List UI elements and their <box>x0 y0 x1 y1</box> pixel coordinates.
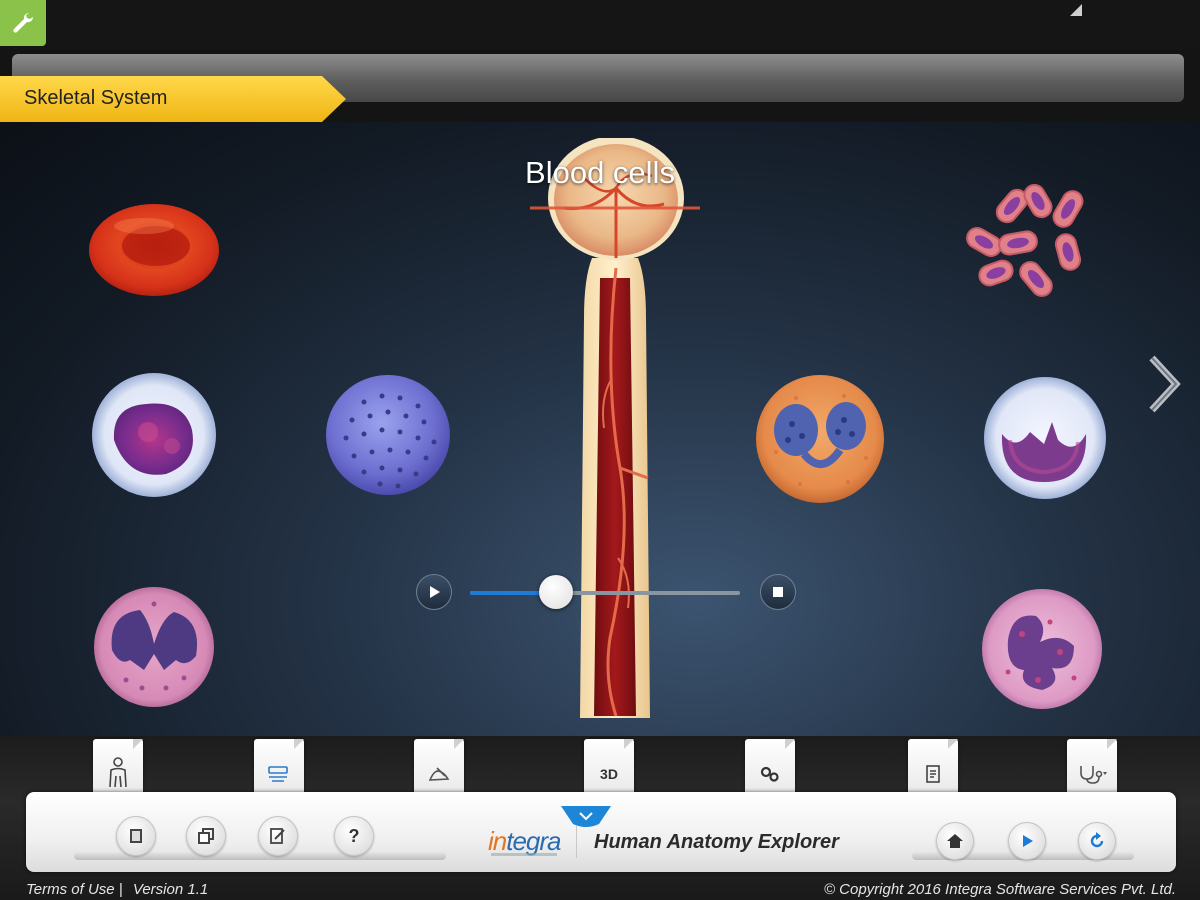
home-icon <box>947 834 963 848</box>
gallery-icon <box>198 828 214 844</box>
help-icon: ? <box>348 825 360 846</box>
refresh-icon <box>1090 832 1104 848</box>
stop-button[interactable] <box>760 574 796 610</box>
top-bar <box>0 0 1200 50</box>
body-icon <box>109 757 127 788</box>
layers-icon <box>268 766 288 782</box>
logo-rest: tegra <box>506 826 561 856</box>
play-icon <box>430 586 440 598</box>
animation-stage: Blood cells <box>0 122 1200 736</box>
play-button[interactable] <box>416 574 452 610</box>
tools-button[interactable] <box>0 0 46 46</box>
lymphocyte[interactable] <box>324 372 452 498</box>
red-blood-cell[interactable] <box>84 200 224 300</box>
refresh-button[interactable] <box>1078 822 1116 860</box>
help-button[interactable]: ? <box>334 816 374 856</box>
corner-triangle-icon <box>1070 4 1082 16</box>
app-name: Human Anatomy Explorer <box>594 831 839 853</box>
bone-marrow-bone[interactable] <box>524 138 706 736</box>
logo-prefix: in <box>488 826 507 856</box>
basophil[interactable] <box>980 374 1110 502</box>
footer-left: Terms of Use | Version 1.1 <box>26 881 214 898</box>
terms-link[interactable]: Terms of Use | <box>26 881 123 898</box>
section-title: Skeletal System <box>24 87 168 109</box>
edit-button[interactable] <box>258 816 298 856</box>
book-button[interactable] <box>116 816 156 856</box>
tab-3d-label: 3D <box>600 766 618 782</box>
edit-icon <box>270 828 285 844</box>
logo-divider <box>576 826 577 858</box>
gears-icon <box>760 766 779 782</box>
section-tab: Skeletal System <box>0 76 346 122</box>
home-button[interactable] <box>936 822 974 860</box>
stop-icon <box>773 587 783 597</box>
platelets[interactable] <box>964 180 1098 304</box>
monocyte[interactable] <box>88 370 220 500</box>
copyright: © Copyright 2016 Integra Software Servic… <box>823 881 1176 898</box>
draw-icon <box>428 767 450 781</box>
play-icon <box>1023 835 1033 847</box>
neutrophil[interactable] <box>90 584 218 710</box>
drawer-toggle[interactable] <box>561 806 611 828</box>
book-icon <box>130 829 142 843</box>
logo-tagline-bar <box>491 853 557 856</box>
gallery-button[interactable] <box>186 816 226 856</box>
wrench-icon <box>13 12 34 33</box>
stethoscope-icon <box>1080 766 1107 784</box>
version-label: Version 1.1 <box>132 881 209 898</box>
progress-slider[interactable] <box>470 591 740 595</box>
next-arrow-icon[interactable] <box>1144 354 1182 414</box>
stage-title: Blood cells <box>525 155 675 190</box>
eosinophil[interactable] <box>752 372 888 506</box>
autoplay-button[interactable] <box>1008 822 1046 860</box>
notes-icon <box>926 765 940 783</box>
segmented-neutrophil[interactable] <box>978 586 1106 712</box>
